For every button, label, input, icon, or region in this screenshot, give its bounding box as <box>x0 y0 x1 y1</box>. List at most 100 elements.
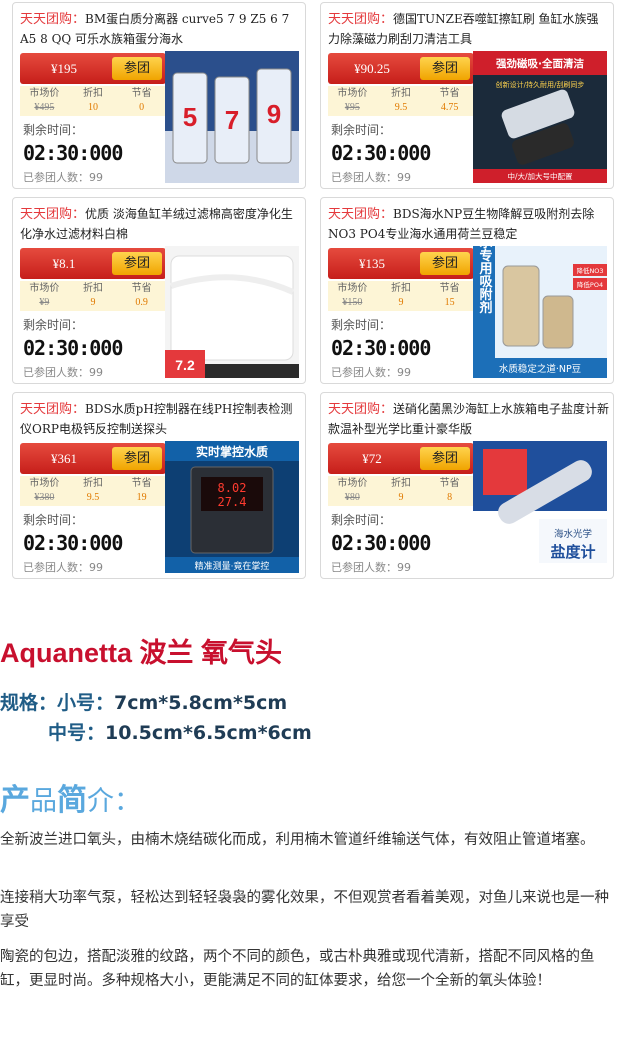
countdown-timer: 02:30:000 <box>331 141 431 165</box>
discount-value: 9.5 <box>394 102 408 113</box>
save-stat: 节省 0.9 <box>117 281 166 311</box>
market-price-stat: 市场价 ¥495 <box>20 86 69 116</box>
size-small-label: 小号： <box>57 692 115 714</box>
joined-count: 已参团人数：99 <box>23 171 103 184</box>
joined-count: 已参团人数：99 <box>331 561 411 574</box>
deal-price: ¥135 <box>359 256 385 271</box>
save-label: 节省 <box>131 478 152 489</box>
discount-label: 折扣 <box>83 478 103 489</box>
countdown-timer: 02:30:000 <box>331 531 431 555</box>
group-buy-grid: 天天团购：BM蛋白质分离器 curve5 7 9 Z5 6 7 A5 8 QQ … <box>12 2 614 579</box>
discount-stat: 折扣 10 <box>69 86 118 116</box>
deal-card[interactable]: 天天团购：BM蛋白质分离器 curve5 7 9 Z5 6 7 A5 8 QQ … <box>12 2 306 189</box>
save-value: 0.9 <box>135 297 148 308</box>
discount-value: 9.5 <box>86 492 100 503</box>
product-thumbnail[interactable]: 7.2 <box>165 246 299 378</box>
save-label: 节省 <box>439 478 460 489</box>
remaining-time-label: 剩余时间： <box>23 318 84 332</box>
deal-price: ¥361 <box>51 451 77 466</box>
market-price-stat: 市场价 ¥80 <box>328 476 377 506</box>
discount-value: 9 <box>398 492 404 503</box>
market-price-label: 市场价 <box>337 88 368 99</box>
market-price-label: 市场价 <box>29 478 60 489</box>
product-thumbnail[interactable]: 5 7 9 <box>165 51 299 183</box>
save-stat: 节省 4.75 <box>425 86 474 116</box>
save-value: 15 <box>444 297 455 308</box>
intro-heading-char: ： <box>114 786 141 817</box>
intro-heading-char: 介 <box>87 786 114 817</box>
deal-card[interactable]: 天天团购：BDS海水NP豆生物降解豆吸附剂去除NO3 PO4专业海水通用荷兰豆稳… <box>320 197 614 384</box>
joined-count: 已参团人数：99 <box>23 561 103 574</box>
save-label: 节省 <box>131 283 152 294</box>
save-value: 4.75 <box>440 102 459 113</box>
join-button[interactable]: 参团 <box>112 57 162 80</box>
join-button[interactable]: 参团 <box>112 447 162 470</box>
market-price-value: ¥95 <box>344 102 360 113</box>
intro-paragraph: 陶瓷的包边，搭配淡雅的纹路，两个不同的颜色，或古朴典雅或现代清新，搭配不同风格的… <box>0 949 595 989</box>
deal-card[interactable]: 天天团购：BDS水质pH控制器在线PH控制表检测仪ORP电极钙反控制送探头 ¥3… <box>12 392 306 579</box>
joined-count: 已参团人数：99 <box>23 366 103 379</box>
deal-card[interactable]: 天天团购：送硝化菌黑沙海缸上水族箱电子盐度计新款温补型光学比重计豪华版 ¥72 … <box>320 392 614 579</box>
remaining-time-label: 剩余时间： <box>23 513 84 527</box>
remaining-time-label: 剩余时间： <box>331 318 392 332</box>
price-bar: ¥135 参团 <box>328 248 474 279</box>
size-small-value: 7cm*5.8cm*5cm <box>114 692 288 714</box>
price-bar: ¥195 参团 <box>20 53 166 84</box>
discount-stat: 折扣 9.5 <box>69 476 118 506</box>
market-price-stat: 市场价 ¥9 <box>20 281 69 311</box>
market-price-stat: 市场价 ¥95 <box>328 86 377 116</box>
deal-card[interactable]: 天天团购：德国TUNZE吞噬缸擦缸刷 鱼缸水族强力除藻磁力刷刮刀清洁工具 ¥90… <box>320 2 614 189</box>
save-value: 8 <box>447 492 453 503</box>
discount-value: 9 <box>90 297 96 308</box>
spec-small-row: 规格：小号：7cm*5.8cm*5cm <box>0 688 287 715</box>
countdown-timer: 02:30:000 <box>23 531 123 555</box>
price-bar: ¥72 参团 <box>328 443 474 474</box>
market-price-value: ¥80 <box>344 492 360 503</box>
spec-label: 规格： <box>0 692 58 714</box>
product-thumbnail[interactable]: 实时掌控水质 8.02 27.4 精准测量·竟在掌控 <box>165 441 299 573</box>
intro-paragraph: 连接稍大功率气泵，轻松达到轻轻袅袅的雾化效果，不但观赏者看着美观，对鱼儿来说也是… <box>0 890 609 930</box>
join-button[interactable]: 参团 <box>112 252 162 275</box>
deal-prefix: 天天团购： <box>328 11 394 26</box>
thumb-text: 中/大/加大号中配置 <box>507 171 573 181</box>
join-button[interactable]: 参团 <box>420 252 470 275</box>
market-price-value: ¥380 <box>34 492 55 503</box>
deal-title[interactable]: 天天团购：BM蛋白质分离器 curve5 7 9 Z5 6 7 A5 8 QQ … <box>20 9 302 49</box>
joined-count: 已参团人数：99 <box>331 366 411 379</box>
market-price-value: ¥9 <box>39 297 50 308</box>
deal-title[interactable]: 天天团购：优质 淡海鱼缸羊绒过滤棉高密度净化生化净水过滤材料白棉 <box>20 204 302 244</box>
thumb-text: 7 <box>225 105 239 135</box>
join-button[interactable]: 参团 <box>420 447 470 470</box>
discount-label: 折扣 <box>391 88 411 99</box>
deal-title[interactable]: 天天团购：德国TUNZE吞噬缸擦缸刷 鱼缸水族强力除藻磁力刷刮刀清洁工具 <box>328 9 610 49</box>
save-stat: 节省 15 <box>425 281 474 311</box>
market-price-value: ¥150 <box>342 297 363 308</box>
join-button[interactable]: 参团 <box>420 57 470 80</box>
deal-card[interactable]: 天天团购：优质 淡海鱼缸羊绒过滤棉高密度净化生化净水过滤材料白棉 ¥8.1 参团… <box>12 197 306 384</box>
deal-price: ¥195 <box>51 61 77 76</box>
thumb-text: 实时掌控水质 <box>196 444 268 459</box>
save-value: 19 <box>136 492 147 503</box>
deal-price: ¥72 <box>362 451 382 466</box>
intro-paragraph: 全新波兰进口氧头，由楠木烧结碳化而成，利用楠木管道纤维输送气体，有效阻止管道堵塞… <box>0 832 595 848</box>
discount-label: 折扣 <box>391 283 411 294</box>
product-thumbnail[interactable]: 强劲磁吸·全面清洁 创新设计/持久耐用/刮刷同步 中/大/加大号中配置 <box>473 51 607 183</box>
thumb-text: 27.4 <box>218 495 247 509</box>
product-thumbnail[interactable]: 海水光学 盐度计 <box>473 441 607 573</box>
deal-prefix: 天天团购： <box>328 206 394 221</box>
deal-price: ¥8.1 <box>52 256 76 271</box>
deal-title[interactable]: 天天团购：BDS水质pH控制器在线PH控制表检测仪ORP电极钙反控制送探头 <box>20 399 302 439</box>
save-value: 0 <box>139 102 145 113</box>
thumb-text: 海水光学 <box>554 528 592 540</box>
price-stats: 市场价 ¥495 折扣 10 节省 0 <box>20 86 166 116</box>
product-thumbnail[interactable]: 海水专用吸附剂 降低NO3 降低PO4 水质稳定之道·NP豆 <box>473 246 607 378</box>
thumb-text: 7.2 <box>175 357 195 373</box>
size-medium-label: 中号： <box>48 722 106 744</box>
market-price-value: ¥495 <box>34 102 55 113</box>
deal-title[interactable]: 天天团购：BDS海水NP豆生物降解豆吸附剂去除NO3 PO4专业海水通用荷兰豆稳… <box>328 204 610 244</box>
thumb-text: 降低NO3 <box>576 266 603 275</box>
thumb-text: 水质稳定之道·NP豆 <box>499 363 581 375</box>
deal-title[interactable]: 天天团购：送硝化菌黑沙海缸上水族箱电子盐度计新款温补型光学比重计豪华版 <box>328 399 610 439</box>
thumb-text: 8.02 <box>218 481 247 495</box>
remaining-time-label: 剩余时间： <box>331 513 392 527</box>
